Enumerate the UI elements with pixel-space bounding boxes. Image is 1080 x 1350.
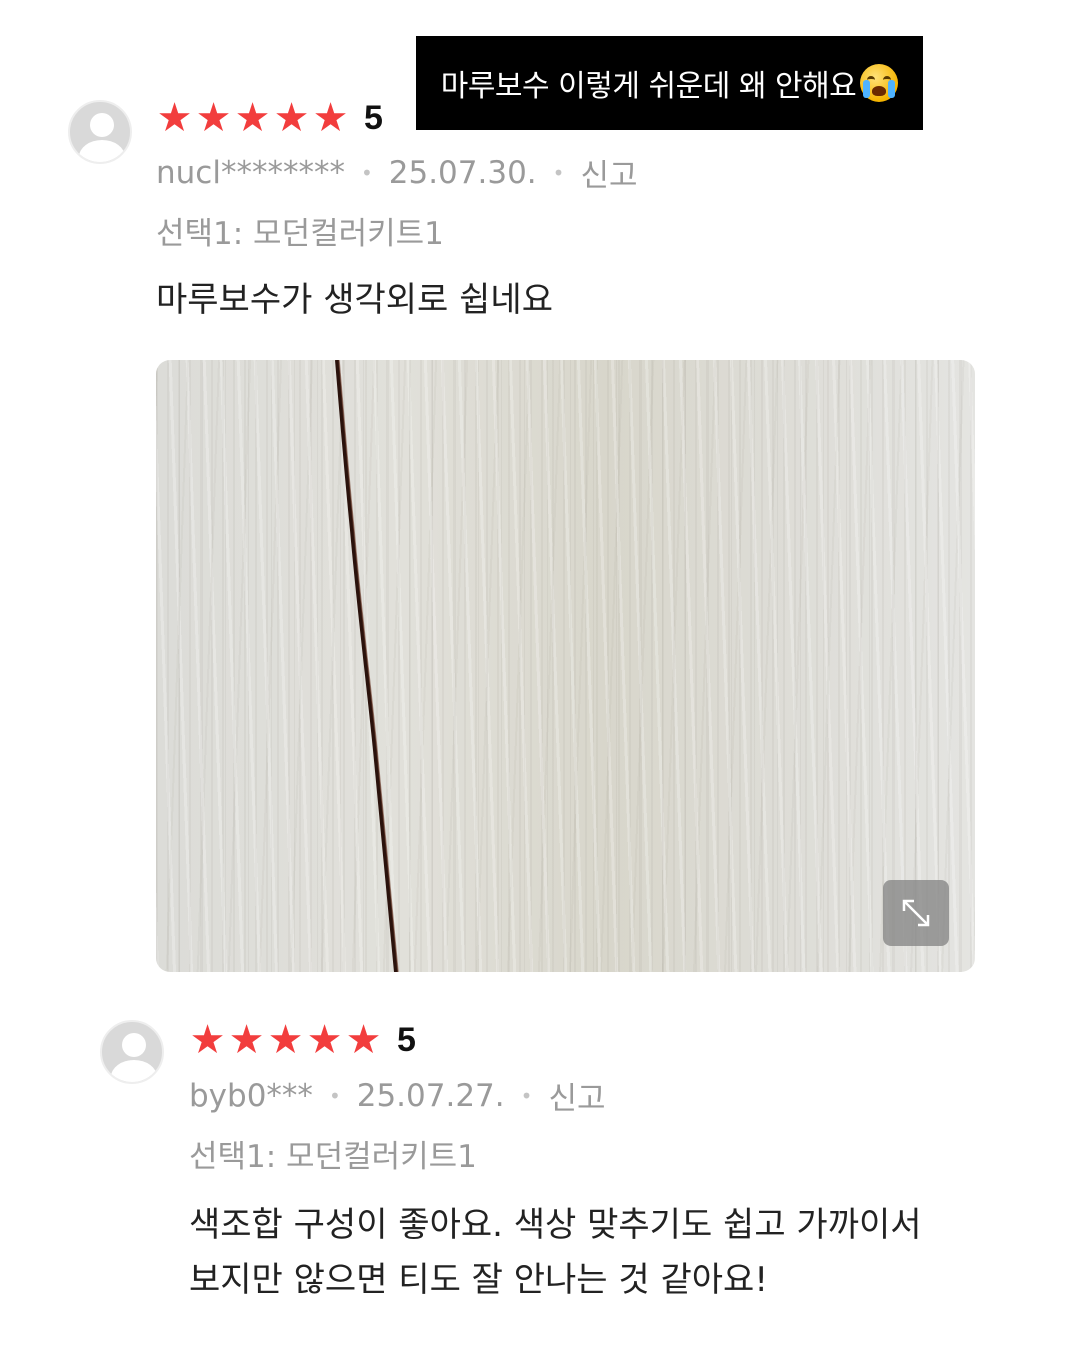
star-icon: ★ <box>156 95 193 141</box>
review-meta: byb0*** • 25.07.27. • 신고 <box>189 1073 605 1118</box>
purchase-option: 선택1: 모던컬러키트1 <box>189 1139 477 1175</box>
separator-dot: • <box>520 1083 533 1108</box>
star-icon: ★ <box>312 95 349 141</box>
separator-dot: • <box>360 160 373 185</box>
separator-dot: • <box>328 1083 341 1108</box>
star-rating: ★ ★ ★ ★ ★ 5 <box>155 98 383 138</box>
star-icon: ★ <box>189 1017 226 1063</box>
report-link[interactable]: 신고 <box>548 1073 605 1118</box>
review-text: 마루보수가 생각외로 쉽네요 <box>156 280 553 320</box>
star-rating: ★ ★ ★ ★ ★ 5 <box>188 1020 416 1060</box>
star-icon: ★ <box>273 95 310 141</box>
reviewer-avatar-icon[interactable] <box>68 100 132 164</box>
reviewer-id: nucl******** <box>156 154 345 191</box>
star-icon: ★ <box>345 1017 382 1063</box>
review-date: 25.07.27. <box>356 1077 505 1114</box>
review-text-line-1: 색조합 구성이 좋아요. 색상 맞추기도 쉽고 가까이서 <box>189 1205 922 1245</box>
star-icon: ★ <box>306 1017 343 1063</box>
rating-score: 5 <box>364 98 383 137</box>
expand-icon <box>902 899 930 927</box>
caption-text: 마루보수 이렇게 쉬운데 왜 안해요 <box>440 69 857 104</box>
separator-dot: • <box>552 160 565 185</box>
rating-score: 5 <box>397 1020 416 1059</box>
purchase-option: 선택1: 모던컬러키트1 <box>156 216 444 252</box>
star-icon: ★ <box>195 95 232 141</box>
reviewer-id: byb0*** <box>189 1077 313 1114</box>
expand-button[interactable] <box>883 880 949 946</box>
crying-face-emoji-icon <box>860 64 899 102</box>
floor-crack <box>335 360 399 972</box>
star-icon: ★ <box>267 1017 304 1063</box>
review-meta: nucl******** • 25.07.30. • 신고 <box>156 150 638 195</box>
review-text-line-2: 보지만 않으면 티도 잘 안나는 것 같아요! <box>189 1260 768 1300</box>
reviewer-avatar-icon[interactable] <box>100 1020 164 1084</box>
star-icon: ★ <box>234 95 271 141</box>
report-link[interactable]: 신고 <box>580 150 637 195</box>
caption-banner: 마루보수 이렇게 쉬운데 왜 안해요 <box>416 36 923 130</box>
star-icon: ★ <box>228 1017 265 1063</box>
review-date: 25.07.30. <box>388 154 537 191</box>
review-photo[interactable] <box>156 360 975 972</box>
